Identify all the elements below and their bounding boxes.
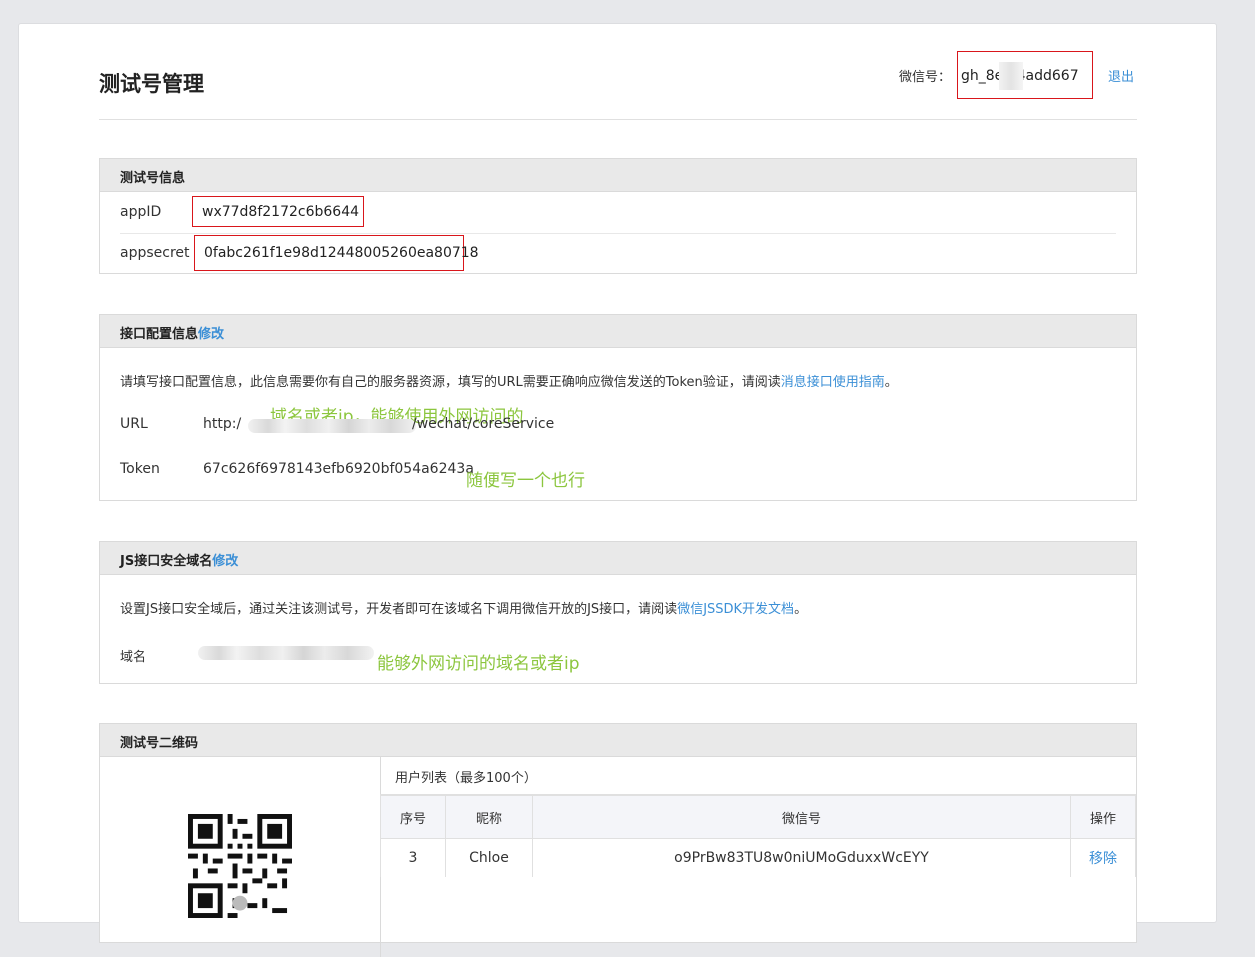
panel-title: JS接口安全域名修改 [100,542,1136,575]
description-suffix: 。 [884,375,898,390]
column-header-index: 序号 [380,795,446,839]
description-text: 设置JS接口安全域后，通过关注该测试号，开发者即可在该域名下调用微信开放的JS接… [120,602,678,617]
token-label: Token [120,461,160,477]
test-account-info-panel: 测试号信息 appID wx77d8f2172c6b6644 appsecret… [99,158,1137,274]
qrcode-panel: 测试号二维码 用户列表（最多100个） 序号 昵称 微信号 操作 3 Chloe… [99,723,1137,957]
url-prefix: http:/ [203,416,242,432]
row-index: 3 [380,838,446,877]
appsecret-value: 0fabc261f1e98d12448005260ea80718 [194,235,479,271]
column-header-wechat-id: 微信号 [532,795,1071,839]
domain-redaction-blur [198,646,374,660]
appid-value: wx77d8f2172c6b6644 [192,196,364,227]
appsecret-label: appsecret [120,245,190,261]
panel-title: 测试号信息 [100,159,1136,192]
panel-title-text: 接口配置信息 [120,327,199,342]
row-divider [120,233,1116,234]
wechat-id-label: 微信号： [899,70,952,85]
remove-user-link[interactable]: 移除 [1070,838,1136,877]
row-wechat-id: o9PrBw83TU8w0niUMoGduxxWcEYY [532,838,1071,877]
page-title: 测试号管理 [99,72,204,96]
modify-link[interactable]: 修改 [212,554,238,569]
column-header-action: 操作 [1070,795,1136,839]
api-config-description: 请填写接口配置信息，此信息需要你有自己的服务器资源，填写的URL需要正确响应微信… [120,371,898,390]
user-table: 序号 昵称 微信号 操作 3 Chloe o9PrBw83TU8w0niUMoG… [380,795,1136,877]
description-suffix: 。 [794,602,808,617]
appid-label: appID [120,204,162,220]
user-list: 用户列表（最多100个） 序号 昵称 微信号 操作 3 Chloe o9PrBw… [380,757,1136,877]
domain-annotation: 能够外网访问的域名或者ip [377,654,580,674]
user-list-title: 用户列表（最多100个） [380,757,1136,795]
row-nickname: Chloe [445,838,533,877]
token-value: 67c626f6978143efb6920bf054a6243a [203,461,474,477]
message-api-guide-link[interactable]: 消息接口使用指南 [781,375,885,390]
token-annotation: 随便写一个也行 [466,471,585,491]
qrcode-area [100,757,381,957]
qrcode-image [188,814,292,918]
logout-link[interactable]: 退出 [1108,66,1134,85]
main-card: 测试号管理 微信号： gh_8e 04add667 退出 测试号信息 appID… [18,23,1217,957]
column-header-nickname: 昵称 [445,795,533,839]
url-suffix: /wechat/coreService [412,416,555,432]
js-safe-domain-panel: JS接口安全域名修改 设置JS接口安全域后，通过关注该测试号，开发者即可在该域名… [99,541,1137,684]
api-config-panel: 接口配置信息修改 请填写接口配置信息，此信息需要你有自己的服务器资源，填写的UR… [99,314,1137,501]
description-text: 请填写接口配置信息，此信息需要你有自己的服务器资源，填写的URL需要正确响应微信… [120,375,781,390]
jssdk-docs-link[interactable]: 微信JSSDK开发文档 [677,602,794,617]
page-header: 测试号管理 微信号： gh_8e 04add667 退出 [99,24,1137,120]
domain-label: 域名 [120,650,147,665]
redaction-blur [999,62,1023,90]
modify-link[interactable]: 修改 [198,327,224,342]
js-domain-description: 设置JS接口安全域后，通过关注该测试号，开发者即可在该域名下调用微信开放的JS接… [120,598,807,617]
url-label: URL [120,416,148,432]
table-row: 3 Chloe o9PrBw83TU8w0niUMoGduxxWcEYY 移除 [380,838,1136,877]
panel-title-text: JS接口安全域名 [120,554,213,569]
url-redaction-blur [248,419,416,433]
wechat-id-value: gh_8e 04add667 [957,51,1093,99]
panel-title: 测试号二维码 [100,724,1136,757]
panel-title: 接口配置信息修改 [100,315,1136,348]
